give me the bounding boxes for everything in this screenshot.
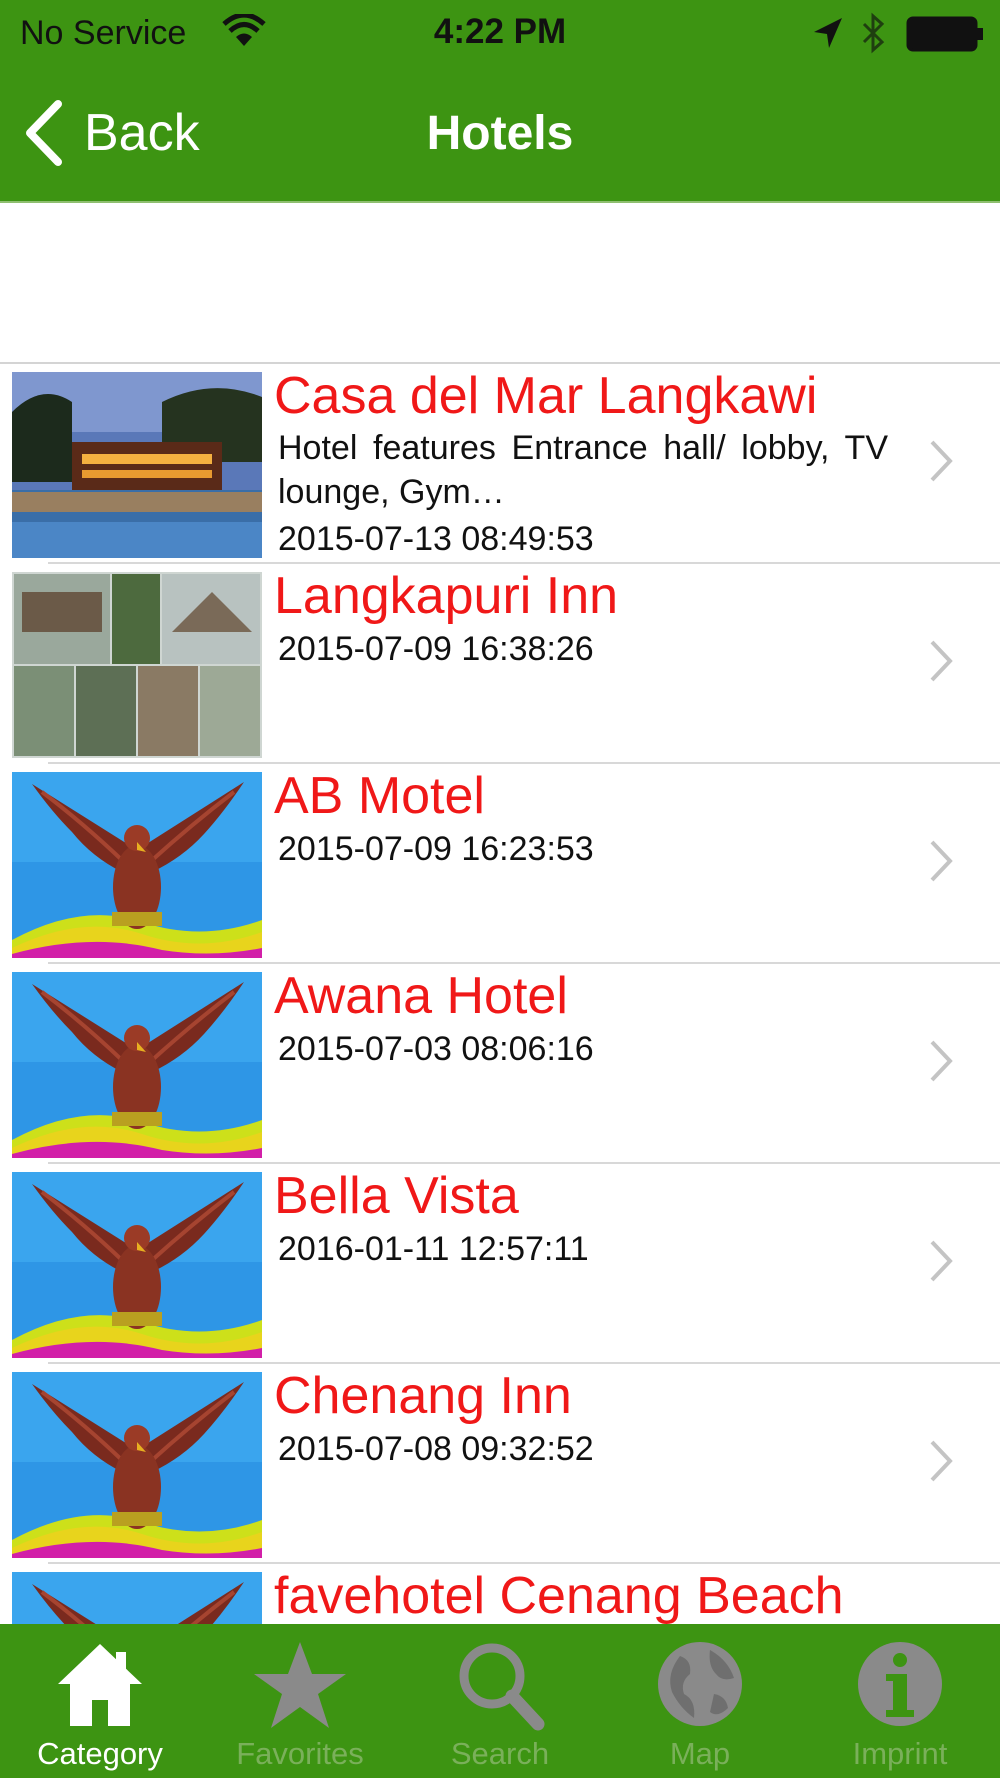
page-title: Hotels: [426, 107, 574, 160]
hotel-row[interactable]: favehotel Cenang Beach: [0, 1564, 1000, 1624]
hotel-name: Bella Vista: [274, 1167, 519, 1225]
star-icon: [254, 1642, 346, 1728]
tab-label: Imprint: [852, 1736, 948, 1771]
hotel-row[interactable]: Chenang Inn 2015-07-08 09:32:52: [0, 1364, 1000, 1564]
hotel-thumbnail: [12, 1172, 262, 1358]
hotel-row[interactable]: Casa del Mar Langkawi Hotel features Ent…: [0, 364, 1000, 564]
hotel-row[interactable]: Awana Hotel 2015-07-03 08:06:16: [0, 964, 1000, 1164]
hotel-name: Chenang Inn: [274, 1367, 572, 1425]
home-icon: [58, 1644, 142, 1726]
hotel-thumbnail: [12, 572, 262, 758]
hotel-row[interactable]: Bella Vista 2016-01-11 12:57:11: [0, 1164, 1000, 1364]
search-icon: [459, 1643, 545, 1731]
chevron-right-icon: [930, 640, 953, 682]
chevron-right-icon: [930, 440, 953, 482]
chevron-right-icon: [930, 1240, 953, 1282]
hotel-thumbnail: [12, 372, 262, 558]
hotel-list[interactable]: Casa del Mar Langkawi Hotel features Ent…: [0, 362, 1000, 1624]
chevron-right-icon: [930, 1040, 953, 1082]
tab-imprint[interactable]: Imprint: [800, 1624, 1000, 1778]
hotel-name: AB Motel: [274, 767, 485, 825]
tab-map[interactable]: Map: [600, 1624, 800, 1778]
hotel-date: 2016-01-11 12:57:11: [278, 1230, 589, 1268]
tab-label: Search: [450, 1736, 550, 1771]
hotel-date: 2015-07-09 16:23:53: [278, 830, 594, 868]
tab-bar: Category Favorites Search Map Imprint: [0, 1624, 1000, 1778]
tab-label: Favorites: [236, 1736, 364, 1771]
chevron-right-icon: [930, 840, 953, 882]
location-arrow-icon: [814, 18, 842, 48]
bluetooth-icon: [862, 12, 885, 54]
hotel-name: Langkapuri Inn: [274, 567, 619, 625]
hotel-description: Hotel features Entrance hall/ lobby, TV …: [278, 429, 888, 511]
hotel-name: Awana Hotel: [274, 967, 568, 1025]
chevron-right-icon: [930, 1440, 953, 1482]
tab-label: Category: [37, 1736, 163, 1771]
hotel-thumbnail: [12, 1372, 262, 1558]
clock: 4:22 PM: [433, 12, 567, 51]
tab-label: Map: [669, 1736, 731, 1771]
battery-icon: [906, 16, 983, 52]
hotel-thumbnail: [12, 772, 262, 958]
hotel-date: 2015-07-08 09:32:52: [278, 1430, 594, 1468]
status-bar: No Service 4:22 PM: [0, 0, 1000, 70]
hotel-thumbnail: [12, 972, 262, 1158]
hotel-row[interactable]: AB Motel 2015-07-09 16:23:53: [0, 764, 1000, 964]
tab-category[interactable]: Category: [0, 1624, 200, 1778]
hotel-row[interactable]: Langkapuri Inn 2015-07-09 16:38:26: [0, 564, 1000, 764]
hotel-name: Casa del Mar Langkawi: [274, 367, 818, 425]
tab-search[interactable]: Search: [400, 1624, 600, 1778]
app-header: No Service 4:22 PM Back Hotels: [0, 0, 1000, 203]
navigation-bar: Back Hotels: [0, 70, 1000, 201]
tab-favorites[interactable]: Favorites: [200, 1624, 400, 1778]
hotel-date: 2015-07-09 16:38:26: [278, 630, 594, 668]
globe-icon: [658, 1642, 742, 1726]
hotel-date: 2015-07-03 08:06:16: [278, 1030, 594, 1068]
info-icon: [858, 1642, 942, 1726]
hotel-thumbnail: [12, 1572, 262, 1624]
hotel-date: 2015-07-13 08:49:53: [278, 520, 594, 558]
hotel-name: favehotel Cenang Beach: [274, 1567, 844, 1624]
